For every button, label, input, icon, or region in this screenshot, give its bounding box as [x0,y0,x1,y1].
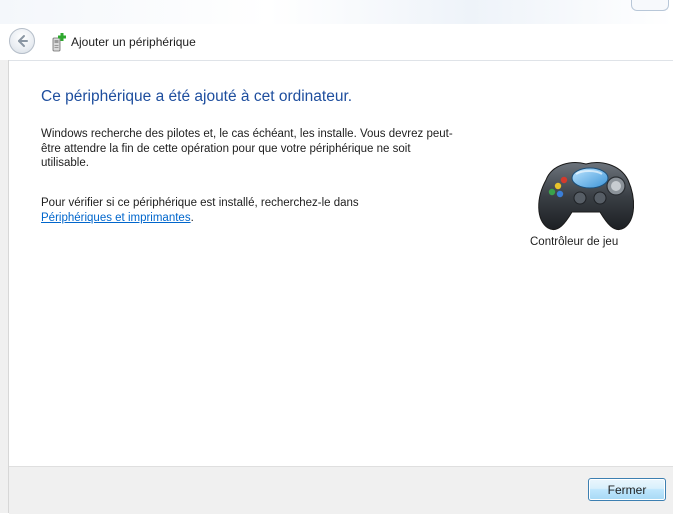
back-arrow-icon [18,35,28,47]
wizard-footer [9,466,673,514]
content-area [9,61,673,466]
add-device-icon [52,33,66,52]
gamepad-icon [538,162,634,230]
window-title: Ajouter un périphérique [71,35,196,49]
window-left-border [0,60,9,513]
verify-info-text: Pour vérifier si ce périphérique est ins… [41,196,461,225]
back-button[interactable] [9,28,35,54]
close-button[interactable]: Fermer [588,478,666,501]
wizard-header: Ajouter un périphérique [0,24,673,61]
window-frame-corner [631,0,669,11]
add-device-window: Ajouter un périphérique Ce périphérique … [0,0,673,514]
devices-printers-link[interactable]: Périphériques et imprimantes [41,212,191,224]
page-heading: Ce périphérique a été ajouté à cet ordin… [41,88,353,105]
device-label: Contrôleur de jeu [530,236,619,248]
verify-info-prefix: Pour vérifier si ce périphérique est ins… [41,197,359,209]
verify-info-suffix: . [190,211,194,224]
driver-info-text: Windows recherche des pilotes et, le cas… [41,128,453,169]
